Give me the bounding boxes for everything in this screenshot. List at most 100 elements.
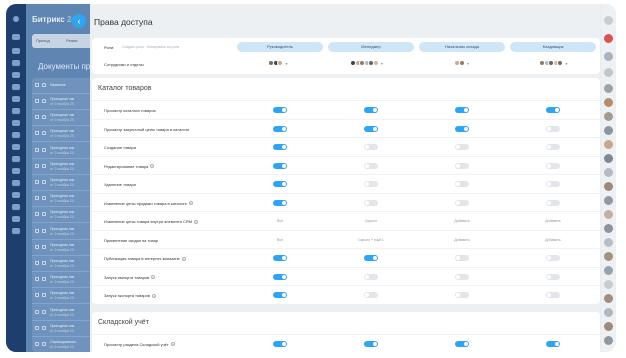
nav-icon[interactable] — [13, 16, 19, 22]
permission-select[interactable]: Скрыто + ещё 1 — [358, 238, 384, 242]
avatar[interactable] — [604, 52, 613, 61]
permission-toggle[interactable] — [546, 107, 560, 113]
avatar[interactable] — [604, 196, 613, 205]
permission-toggle[interactable] — [364, 273, 378, 280]
checkbox[interactable] — [35, 83, 39, 87]
nav-icon[interactable] — [12, 168, 20, 174]
checkbox[interactable] — [35, 309, 39, 314]
permission-toggle[interactable] — [273, 255, 287, 261]
permission-toggle[interactable] — [546, 144, 560, 150]
permission-toggle[interactable] — [455, 199, 469, 206]
permission-select[interactable]: Все — [277, 238, 283, 242]
menu-icon[interactable] — [42, 244, 46, 249]
nav-icon[interactable] — [12, 180, 20, 186]
list-item[interactable]: Приходная нак от 2 ноября 20 — [32, 305, 96, 321]
menu-icon[interactable] — [42, 131, 46, 136]
permission-toggle[interactable] — [455, 255, 469, 261]
info-icon[interactable]: ? — [181, 256, 186, 262]
menu-icon[interactable] — [42, 99, 46, 103]
permission-toggle[interactable] — [364, 255, 378, 261]
permission-select[interactable]: Добавить — [545, 238, 560, 242]
nav-icon[interactable] — [12, 34, 20, 40]
role-column-storekeeper[interactable]: Кладовщик — [510, 42, 596, 52]
avatar[interactable] — [604, 168, 613, 177]
permission-toggle[interactable] — [455, 107, 469, 113]
list-item[interactable]: Оприходования от 2 ноября 20 — [32, 337, 96, 352]
menu-icon[interactable] — [42, 196, 46, 201]
nav-icon[interactable] — [12, 204, 20, 210]
menu-icon[interactable] — [42, 277, 46, 282]
permission-toggle[interactable] — [546, 199, 560, 206]
nav-icon[interactable] — [12, 192, 20, 198]
list-item[interactable]: Приходная нак от 2 ноября 20 — [32, 207, 96, 224]
list-item[interactable]: Приходная нак от 2 ноября 20 — [32, 224, 96, 240]
avatar[interactable] — [604, 294, 613, 303]
role-column-warehouse-chief[interactable]: Начальник склада — [419, 42, 505, 52]
checkbox[interactable] — [35, 261, 39, 265]
permission-toggle[interactable] — [364, 107, 378, 113]
role-column-head[interactable]: Руководитель — [237, 42, 323, 52]
permission-toggle[interactable] — [364, 292, 378, 298]
avatar[interactable] — [604, 182, 613, 191]
checkbox[interactable] — [35, 342, 39, 346]
permission-toggle[interactable] — [273, 125, 287, 132]
list-item[interactable]: Приходная нак от 2 ноября 20 — [32, 321, 96, 337]
nav-icon[interactable] — [12, 96, 20, 102]
role-column-manager[interactable]: Менеджер — [328, 42, 414, 52]
checkbox[interactable] — [35, 131, 39, 136]
avatar[interactable] — [604, 252, 613, 261]
tab-income[interactable]: Приход — [36, 38, 50, 43]
permission-toggle[interactable] — [455, 292, 469, 298]
avatar[interactable] — [604, 238, 613, 247]
menu-icon[interactable] — [42, 163, 46, 168]
permission-toggle[interactable] — [273, 273, 287, 280]
nav-icon[interactable] — [12, 144, 20, 150]
avatar[interactable] — [604, 224, 613, 233]
avatar[interactable] — [604, 140, 613, 149]
list-item[interactable]: Приходная нак от 2 ноября 20 — [32, 143, 96, 159]
menu-icon[interactable] — [42, 212, 46, 217]
menu-icon[interactable] — [42, 309, 46, 314]
permission-toggle[interactable] — [546, 162, 560, 169]
permission-toggle[interactable] — [273, 340, 287, 347]
list-item[interactable]: Приходная нак от 2 ноября 20 — [32, 191, 96, 208]
nav-icon[interactable] — [12, 228, 20, 234]
permission-toggle[interactable] — [273, 162, 287, 169]
permission-toggle[interactable] — [273, 292, 287, 298]
menu-icon[interactable] — [42, 293, 46, 298]
avatar[interactable] — [604, 266, 613, 275]
checkbox[interactable] — [35, 244, 39, 249]
permission-toggle[interactable] — [546, 125, 560, 132]
checkbox[interactable] — [35, 212, 39, 217]
permission-toggle[interactable] — [273, 107, 287, 113]
nav-icon[interactable] — [12, 156, 20, 162]
list-item[interactable]: Приходная нак от 2 ноября 20 — [32, 272, 96, 289]
permission-toggle[interactable] — [455, 181, 469, 187]
avatar[interactable] — [604, 112, 613, 121]
nav-icon[interactable] — [12, 108, 20, 114]
chevron-down-icon[interactable]: ▾ — [467, 61, 469, 66]
nav-icon[interactable] — [12, 216, 20, 222]
menu-icon[interactable] — [42, 228, 46, 233]
permission-toggle[interactable] — [364, 340, 378, 347]
info-icon[interactable]: ? — [152, 293, 156, 299]
checkbox[interactable] — [35, 180, 39, 184]
checkbox[interactable] — [35, 293, 39, 298]
info-icon[interactable]: ? — [151, 275, 156, 280]
permission-toggle[interactable] — [546, 292, 560, 298]
avatar[interactable] — [604, 84, 613, 93]
info-icon[interactable]: ? — [170, 342, 175, 347]
nav-icon[interactable] — [12, 120, 20, 126]
avatar[interactable] — [604, 308, 613, 317]
permission-toggle[interactable] — [364, 144, 378, 150]
avatar[interactable] — [604, 336, 613, 345]
chevron-down-icon[interactable]: ▾ — [566, 61, 568, 66]
avatar[interactable] — [604, 210, 613, 219]
checkbox[interactable] — [35, 147, 39, 152]
checkbox[interactable] — [35, 228, 39, 233]
menu-icon[interactable] — [42, 261, 46, 265]
permission-toggle[interactable] — [546, 340, 560, 347]
permission-toggle[interactable] — [364, 181, 378, 187]
chevron-down-icon[interactable]: ▾ — [286, 61, 288, 66]
list-item[interactable]: Приходная нак от 2 ноября 20 — [32, 288, 96, 305]
